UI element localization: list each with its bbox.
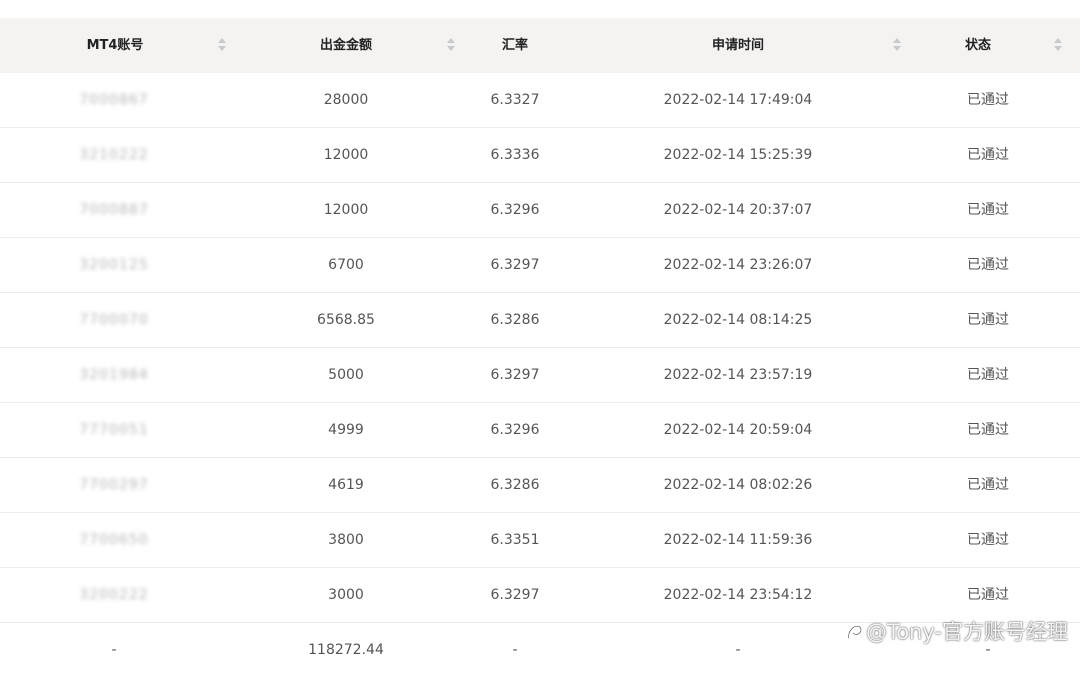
header-amount-label: 出金金额 bbox=[319, 38, 372, 53]
row-status-cell: 已通过 bbox=[967, 92, 1009, 108]
header-rate-label: 汇率 bbox=[501, 38, 528, 53]
table-row: 7770051 4999 6.3296 2022-02-14 20:59:04 已通过 bbox=[0, 403, 1080, 458]
zhihu-logo-icon bbox=[847, 625, 862, 639]
table-row: 3201984 5000 6.3297 2022-02-14 23:57:19 已通过 bbox=[0, 348, 1080, 403]
row-account-cell: 3200222 bbox=[79, 587, 149, 603]
table-header: MT4账号 出金金额 汇率 申请时间 状态 bbox=[0, 18, 1080, 73]
row-rate-cell: 6.3296 bbox=[490, 202, 540, 218]
table-body: 7000867 28000 6.3327 2022-02-14 17:49:04 已通过… bbox=[0, 73, 1080, 623]
row-time-cell: 2022-02-14 08:14:25 bbox=[663, 312, 813, 328]
table-row: 3200222 3000 6.3297 2022-02-14 23:54:12 已通过 bbox=[0, 568, 1080, 623]
row-status-cell: 已通过 bbox=[967, 532, 1009, 548]
row-amount-cell: 12000 bbox=[323, 202, 369, 218]
row-status-cell: 已通过 bbox=[967, 587, 1009, 603]
row-account-cell: 7000867 bbox=[79, 92, 149, 108]
row-time-cell: 2022-02-14 08:02:26 bbox=[663, 477, 813, 493]
row-account-cell: 3200125 bbox=[79, 257, 149, 273]
row-amount-cell: 6568.85 bbox=[317, 312, 375, 328]
sort-time-icon[interactable] bbox=[893, 37, 901, 53]
row-amount-cell: 5000 bbox=[328, 367, 364, 383]
sort-account-icon[interactable] bbox=[218, 37, 226, 53]
row-time-cell: 2022-02-14 23:54:12 bbox=[663, 587, 813, 603]
table-row: 7700070 6568.85 6.3286 2022-02-14 08:14:25 已… bbox=[0, 293, 1080, 348]
withdrawal-table: MT4账号 出金金额 汇率 申请时间 状态 7000867 28000 6.3327… bbox=[0, 18, 1080, 676]
row-status-cell: 已通过 bbox=[967, 147, 1009, 163]
row-status-cell: 已通过 bbox=[967, 477, 1009, 493]
row-rate-cell: 6.3336 bbox=[490, 147, 540, 163]
total-amount: 118272.44 bbox=[308, 642, 384, 658]
row-time-cell: 2022-02-14 20:59:04 bbox=[663, 422, 813, 438]
row-amount-cell: 6700 bbox=[328, 257, 364, 273]
row-account-cell: 3210222 bbox=[79, 147, 149, 163]
row-amount-cell: 4619 bbox=[328, 477, 364, 493]
withdrawal-records-screen: MT4账号 出金金额 汇率 申请时间 状态 7000867 28000 6.3327… bbox=[0, 0, 1080, 676]
row-rate-cell: 6.3351 bbox=[490, 532, 540, 548]
header-status[interactable]: 状态 bbox=[908, 18, 1048, 73]
row-amount-cell: 4999 bbox=[328, 422, 364, 438]
row-amount-cell: 28000 bbox=[323, 92, 369, 108]
row-time-cell: 2022-02-14 23:26:07 bbox=[663, 257, 813, 273]
row-rate-cell: 6.3286 bbox=[490, 312, 540, 328]
header-time[interactable]: 申请时间 bbox=[568, 18, 908, 73]
header-account-label: MT4账号 bbox=[86, 38, 144, 53]
table-row: 7000887 12000 6.3296 2022-02-14 20:37:07 已通过 bbox=[0, 183, 1080, 238]
row-rate-cell: 6.3327 bbox=[490, 92, 540, 108]
table-row: 3200125 6700 6.3297 2022-02-14 23:26:07 已通过 bbox=[0, 238, 1080, 293]
row-account-cell: 7000887 bbox=[79, 202, 149, 218]
row-account-cell: 7700070 bbox=[79, 312, 149, 328]
row-time-cell: 2022-02-14 20:37:07 bbox=[663, 202, 813, 218]
header-status-label: 状态 bbox=[964, 38, 991, 53]
row-status-cell: 已通过 bbox=[967, 422, 1009, 438]
header-time-label: 申请时间 bbox=[711, 38, 764, 53]
table-row: 7000867 28000 6.3327 2022-02-14 17:49:04 已通过 bbox=[0, 73, 1080, 128]
row-account-cell: 7700650 bbox=[79, 532, 149, 548]
row-time-cell: 2022-02-14 17:49:04 bbox=[663, 92, 813, 108]
watermark-text: @Tony-官方账号经理 bbox=[865, 620, 1068, 644]
sort-status-icon[interactable] bbox=[1054, 37, 1062, 53]
row-time-cell: 2022-02-14 11:59:36 bbox=[663, 532, 813, 548]
row-rate-cell: 6.3296 bbox=[490, 422, 540, 438]
row-status-cell: 已通过 bbox=[967, 202, 1009, 218]
row-status-cell: 已通过 bbox=[967, 257, 1009, 273]
row-rate-cell: 6.3297 bbox=[490, 257, 540, 273]
row-rate-cell: 6.3297 bbox=[490, 367, 540, 383]
row-account-cell: 3201984 bbox=[79, 367, 149, 383]
table-row: 7700650 3800 6.3351 2022-02-14 11:59:36 已通过 bbox=[0, 513, 1080, 568]
row-time-cell: 2022-02-14 15:25:39 bbox=[663, 147, 813, 163]
sort-amount-icon[interactable] bbox=[447, 37, 455, 53]
row-amount-cell: 12000 bbox=[323, 147, 369, 163]
row-rate-cell: 6.3286 bbox=[490, 477, 540, 493]
watermark: @Tony-官方账号经理 bbox=[846, 616, 1068, 646]
total-account: - bbox=[111, 642, 117, 658]
row-rate-cell: 6.3297 bbox=[490, 587, 540, 603]
row-amount-cell: 3800 bbox=[328, 532, 364, 548]
row-amount-cell: 3000 bbox=[328, 587, 364, 603]
header-amount[interactable]: 出金金额 bbox=[230, 18, 462, 73]
row-account-cell: 7770051 bbox=[79, 422, 149, 438]
row-status-cell: 已通过 bbox=[967, 367, 1009, 383]
header-rate: 汇率 bbox=[462, 18, 568, 73]
row-account-cell: 7700297 bbox=[79, 477, 149, 493]
header-account[interactable]: MT4账号 bbox=[0, 18, 230, 73]
row-time-cell: 2022-02-14 23:57:19 bbox=[663, 367, 813, 383]
table-row: 3210222 12000 6.3336 2022-02-14 15:25:39 已通过 bbox=[0, 128, 1080, 183]
row-status-cell: 已通过 bbox=[967, 312, 1009, 328]
total-rate: - bbox=[512, 642, 518, 658]
table-row: 7700297 4619 6.3286 2022-02-14 08:02:26 已通过 bbox=[0, 458, 1080, 513]
